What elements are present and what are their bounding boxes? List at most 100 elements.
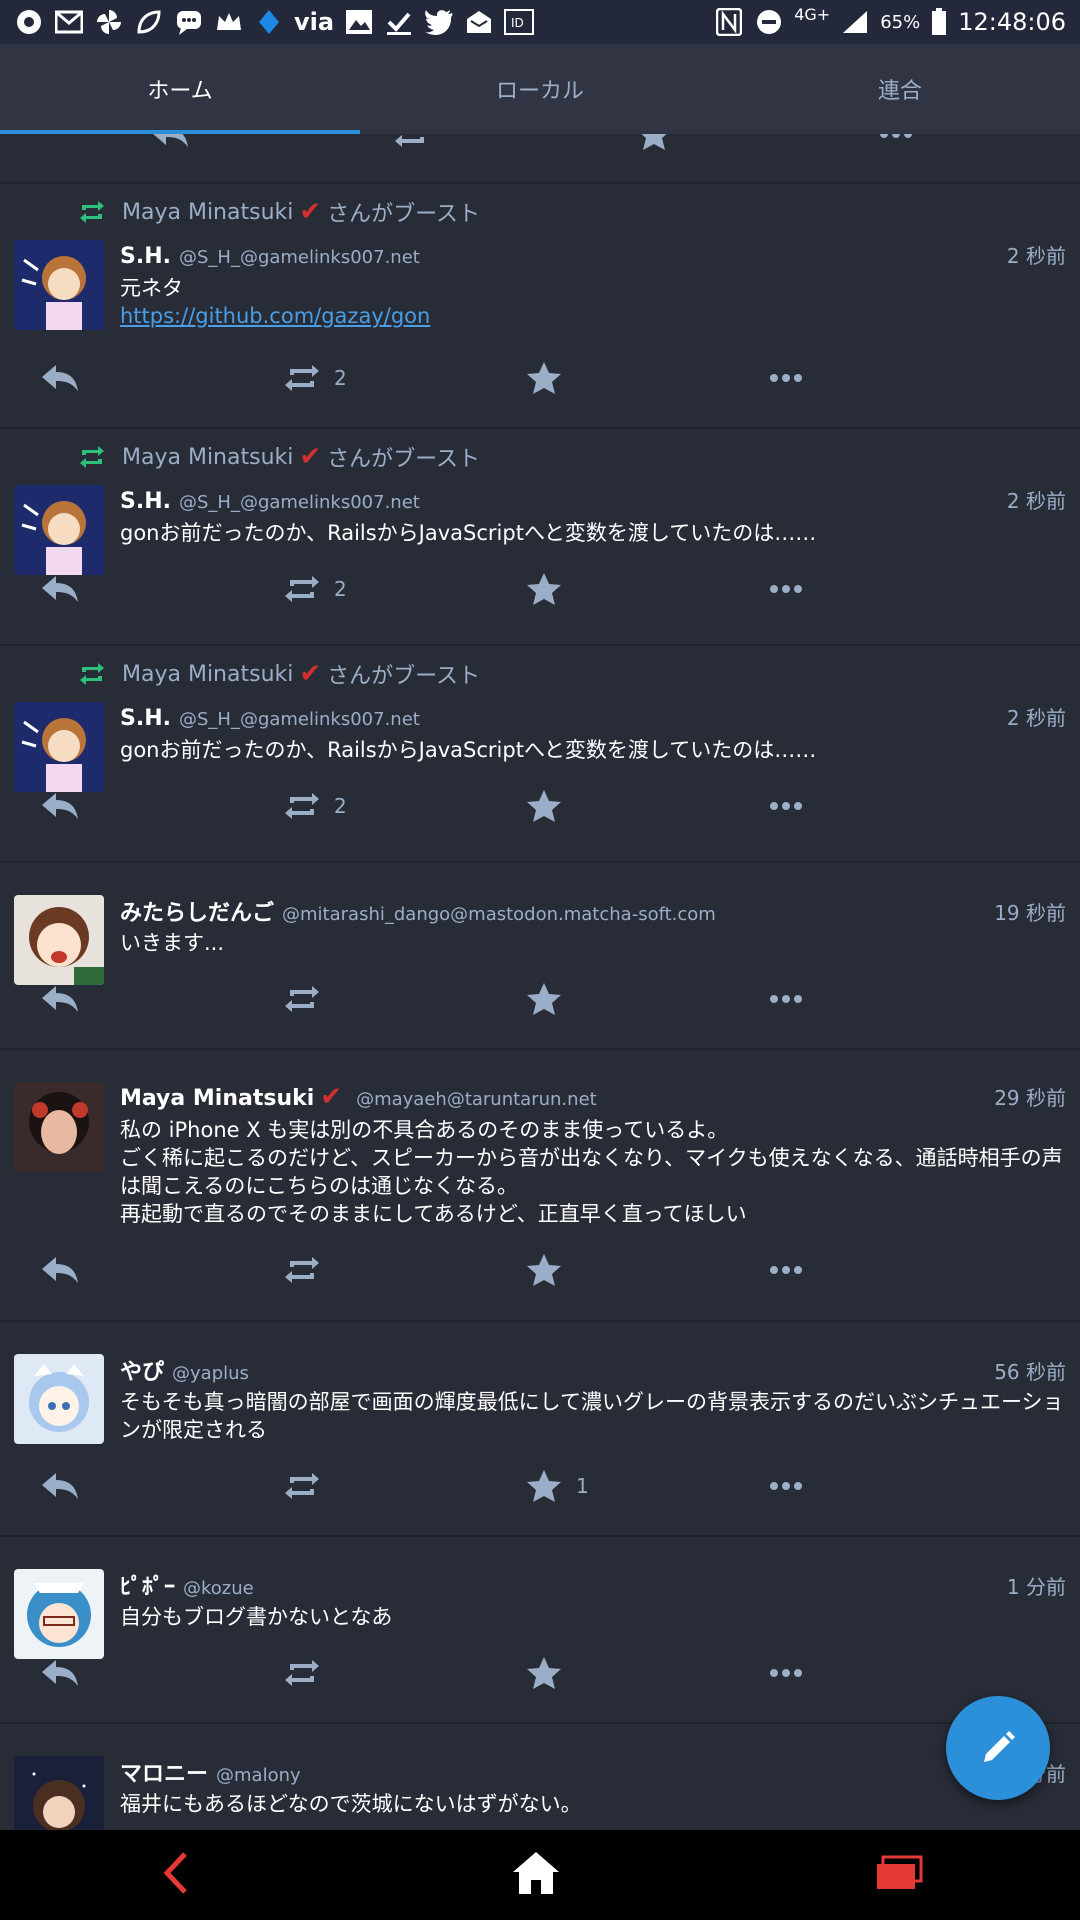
status-link[interactable]: https://github.com/gazay/gon bbox=[120, 304, 430, 328]
tab-federated[interactable]: 連合 bbox=[720, 44, 1080, 134]
account-handle[interactable]: @mitarashi_dango@mastodon.matcha-soft.co… bbox=[282, 904, 994, 925]
reply-button[interactable] bbox=[10, 1656, 252, 1690]
favourite-button[interactable] bbox=[494, 572, 736, 606]
avatar[interactable] bbox=[14, 1082, 104, 1172]
drop-icon bbox=[254, 7, 284, 37]
display-name[interactable]: Maya Minatsuki bbox=[120, 1086, 314, 1111]
boost-button[interactable] bbox=[252, 1656, 494, 1690]
status-item[interactable]: ﾋﾟﾎﾟｰ @kozue 1 分前 自分もブログ書かないとなあ bbox=[0, 1537, 1080, 1724]
display-name[interactable]: マロニー bbox=[120, 1756, 208, 1788]
status-item[interactable]: Maya Minatsuki ✔ さんがブースト S.H. @S_H_@game… bbox=[0, 429, 1080, 646]
account-handle[interactable]: @mayaeh@taruntarun.net bbox=[356, 1089, 994, 1110]
boost-button[interactable]: 2 bbox=[252, 361, 494, 395]
more-button[interactable] bbox=[736, 1253, 978, 1287]
status-item[interactable]: みたらしだんご @mitarashi_dango@mastodon.matcha… bbox=[0, 863, 1080, 1050]
timeline-feed[interactable]: Maya Minatsuki ✔ さんがブースト S.H. @S_H_@game… bbox=[0, 134, 1080, 1830]
avatar[interactable] bbox=[14, 240, 104, 330]
reply-button[interactable] bbox=[10, 1253, 252, 1287]
svg-text:ID: ID bbox=[511, 16, 524, 30]
star-icon bbox=[527, 983, 561, 1015]
via-label: via bbox=[294, 8, 335, 36]
display-name[interactable]: S.H. bbox=[120, 244, 171, 269]
reply-button[interactable] bbox=[10, 361, 252, 395]
do-not-disturb-icon bbox=[754, 7, 784, 37]
tab-local-label: ローカル bbox=[495, 79, 584, 104]
status-text: 元ネタ bbox=[120, 276, 183, 300]
reply-icon bbox=[153, 134, 188, 147]
status-actions bbox=[10, 1228, 1066, 1312]
display-name[interactable]: ﾋﾟﾎﾟｰ bbox=[120, 1569, 175, 1601]
more-button[interactable] bbox=[736, 1656, 978, 1690]
account-handle[interactable]: @yaplus bbox=[172, 1363, 994, 1384]
star-icon bbox=[527, 1657, 561, 1689]
more-button[interactable] bbox=[736, 1469, 978, 1503]
display-name[interactable]: やぴ bbox=[120, 1354, 164, 1386]
account-handle[interactable]: @malony bbox=[216, 1765, 1007, 1786]
boost-button[interactable]: 2 bbox=[252, 572, 494, 606]
boost-button[interactable] bbox=[252, 1469, 494, 1503]
account-handle[interactable]: @S_H_@gamelinks007.net bbox=[179, 247, 1007, 268]
booster-name[interactable]: Maya Minatsuki bbox=[122, 200, 293, 225]
booster-name[interactable]: Maya Minatsuki bbox=[122, 662, 293, 687]
boost-button[interactable] bbox=[362, 134, 604, 151]
status-item[interactable]: マロニー @malony 1 分前 福井にもあるほどなので茨城にないはずがない。 bbox=[0, 1724, 1080, 1830]
reply-icon bbox=[42, 1660, 78, 1686]
favourite-button[interactable] bbox=[494, 1656, 736, 1690]
status-actions: 2 bbox=[10, 764, 1066, 848]
status-item[interactable]: Maya Minatsuki ✔ @mayaeh@taruntarun.net … bbox=[0, 1050, 1080, 1322]
reply-button[interactable] bbox=[10, 572, 252, 606]
boost-button[interactable]: 2 bbox=[252, 789, 494, 823]
more-button[interactable] bbox=[736, 572, 978, 606]
favourite-button[interactable] bbox=[494, 789, 736, 823]
favourite-button[interactable] bbox=[604, 134, 846, 151]
reply-button[interactable] bbox=[10, 982, 252, 1016]
favourite-button[interactable] bbox=[494, 982, 736, 1016]
timestamp[interactable]: 29 秒前 bbox=[994, 1082, 1066, 1111]
status-item[interactable]: やぴ @yaplus 56 秒前 そもそも真っ暗闇の部屋で画面の輝度最低にして濃… bbox=[0, 1322, 1080, 1537]
boost-button[interactable] bbox=[252, 982, 494, 1016]
chat-icon bbox=[174, 7, 204, 37]
more-button[interactable] bbox=[846, 134, 1080, 151]
favourite-button[interactable] bbox=[494, 361, 736, 395]
back-button[interactable] bbox=[157, 1850, 197, 1900]
display-name[interactable]: S.H. bbox=[120, 706, 171, 731]
reply-button[interactable] bbox=[10, 789, 252, 823]
reply-button[interactable] bbox=[10, 1469, 252, 1503]
tab-home[interactable]: ホーム bbox=[0, 44, 360, 134]
avatar[interactable] bbox=[14, 1354, 104, 1444]
clock: 12:48:06 bbox=[958, 8, 1066, 36]
timestamp[interactable]: 2 秒前 bbox=[1007, 702, 1066, 731]
timestamp[interactable]: 56 秒前 bbox=[994, 1356, 1066, 1385]
favourite-button[interactable]: 1 bbox=[494, 1469, 736, 1503]
status-item[interactable]: Maya Minatsuki ✔ さんがブースト S.H. @S_H_@game… bbox=[0, 184, 1080, 429]
boost-count: 2 bbox=[334, 794, 347, 818]
home-button[interactable] bbox=[511, 1850, 561, 1900]
boost-suffix: さんがブースト bbox=[327, 202, 481, 227]
status-actions bbox=[120, 134, 1080, 176]
account-handle[interactable]: @kozue bbox=[183, 1578, 1007, 1599]
star-icon bbox=[527, 1254, 561, 1286]
account-handle[interactable]: @S_H_@gamelinks007.net bbox=[179, 709, 1007, 730]
tab-local[interactable]: ローカル bbox=[360, 44, 720, 134]
favourite-button[interactable] bbox=[494, 1253, 736, 1287]
recents-button[interactable] bbox=[875, 1855, 923, 1895]
reply-icon bbox=[42, 1257, 78, 1283]
timestamp[interactable]: 19 秒前 bbox=[994, 897, 1066, 926]
display-name[interactable]: みたらしだんご bbox=[120, 895, 274, 927]
timestamp[interactable]: 2 秒前 bbox=[1007, 485, 1066, 514]
timestamp[interactable]: 1 分前 bbox=[1007, 1571, 1066, 1600]
boost-icon bbox=[80, 663, 104, 685]
more-button[interactable] bbox=[736, 982, 978, 1016]
booster-name[interactable]: Maya Minatsuki bbox=[122, 445, 293, 470]
timestamp[interactable]: 2 秒前 bbox=[1007, 240, 1066, 269]
account-handle[interactable]: @S_H_@gamelinks007.net bbox=[179, 492, 1007, 513]
status-item[interactable]: Maya Minatsuki ✔ さんがブースト S.H. @S_H_@game… bbox=[0, 646, 1080, 863]
more-button[interactable] bbox=[736, 789, 978, 823]
reply-button[interactable] bbox=[120, 134, 362, 151]
display-name[interactable]: S.H. bbox=[120, 489, 171, 514]
boost-icon bbox=[285, 1257, 319, 1283]
more-button[interactable] bbox=[736, 361, 978, 395]
boost-button[interactable] bbox=[252, 1253, 494, 1287]
compose-button[interactable] bbox=[946, 1696, 1050, 1800]
avatar[interactable] bbox=[14, 1756, 104, 1830]
